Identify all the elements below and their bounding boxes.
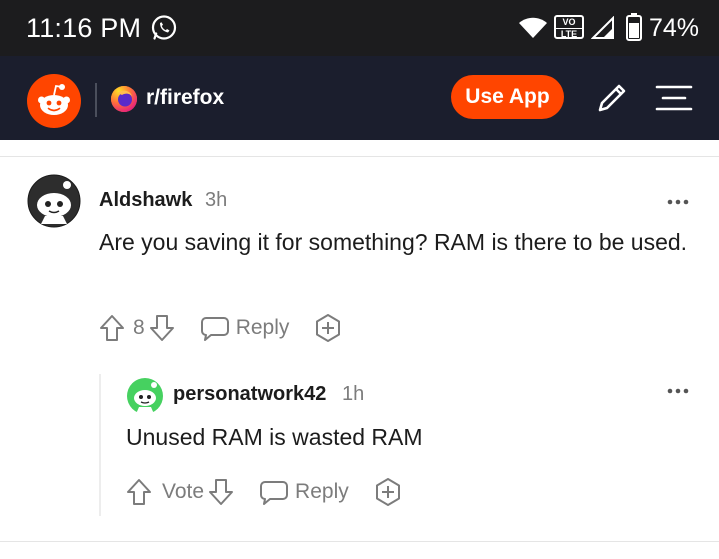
volte-label: VO [562, 17, 576, 27]
vote-label: Vote [162, 480, 205, 503]
comment-actions: Vote Reply [126, 477, 403, 507]
downvote-icon[interactable] [149, 314, 175, 342]
reply-icon[interactable] [200, 314, 230, 342]
content-divider [0, 156, 719, 157]
award-icon[interactable] [313, 313, 343, 343]
upvote-icon[interactable] [99, 314, 125, 342]
award-icon[interactable] [373, 477, 403, 507]
comment-timestamp: 1h [342, 383, 365, 405]
comment-timestamp: 3h [205, 189, 228, 211]
comment-author[interactable]: Aldshawk [99, 189, 192, 212]
subreddit-name[interactable]: r/firefox [146, 86, 224, 110]
status-bar: 11:16 PM VO LTE 74% [0, 0, 719, 56]
firefox-icon [111, 86, 137, 112]
comment-body: Are you saving it for something? RAM is … [99, 229, 688, 255]
lte-label: LTE [556, 28, 582, 39]
menu-icon[interactable] [654, 78, 694, 118]
downvote-icon[interactable] [208, 478, 234, 506]
wifi-icon [519, 17, 547, 38]
bottom-divider [0, 541, 719, 542]
header-divider [95, 83, 97, 117]
pencil-icon[interactable] [592, 78, 632, 118]
battery-percent: 74% [649, 14, 700, 42]
comment-author[interactable]: personatwork42 [173, 383, 326, 406]
reddit-logo-icon[interactable] [27, 74, 81, 128]
whatsapp-icon [151, 15, 177, 40]
thread-line[interactable] [99, 374, 101, 516]
more-options-icon[interactable] [666, 387, 690, 395]
reply-icon[interactable] [259, 478, 289, 506]
clock: 11:16 PM [26, 13, 142, 43]
use-app-button[interactable]: Use App [451, 75, 564, 119]
avatar[interactable] [126, 377, 164, 415]
comment-body: Unused RAM is wasted RAM [126, 424, 423, 450]
upvote-icon[interactable] [126, 478, 152, 506]
reply-button[interactable]: Reply [236, 316, 290, 340]
app-header: r/firefox Use App [0, 56, 719, 140]
signal-icon [591, 16, 614, 39]
battery-icon [626, 13, 642, 41]
comment-actions: 8 Reply [99, 313, 343, 343]
vote-count: 8 [133, 316, 145, 339]
volte-badge: VO LTE [554, 15, 584, 39]
reply-button[interactable]: Reply [295, 480, 349, 504]
more-options-icon[interactable] [666, 198, 690, 206]
avatar[interactable] [27, 174, 81, 228]
